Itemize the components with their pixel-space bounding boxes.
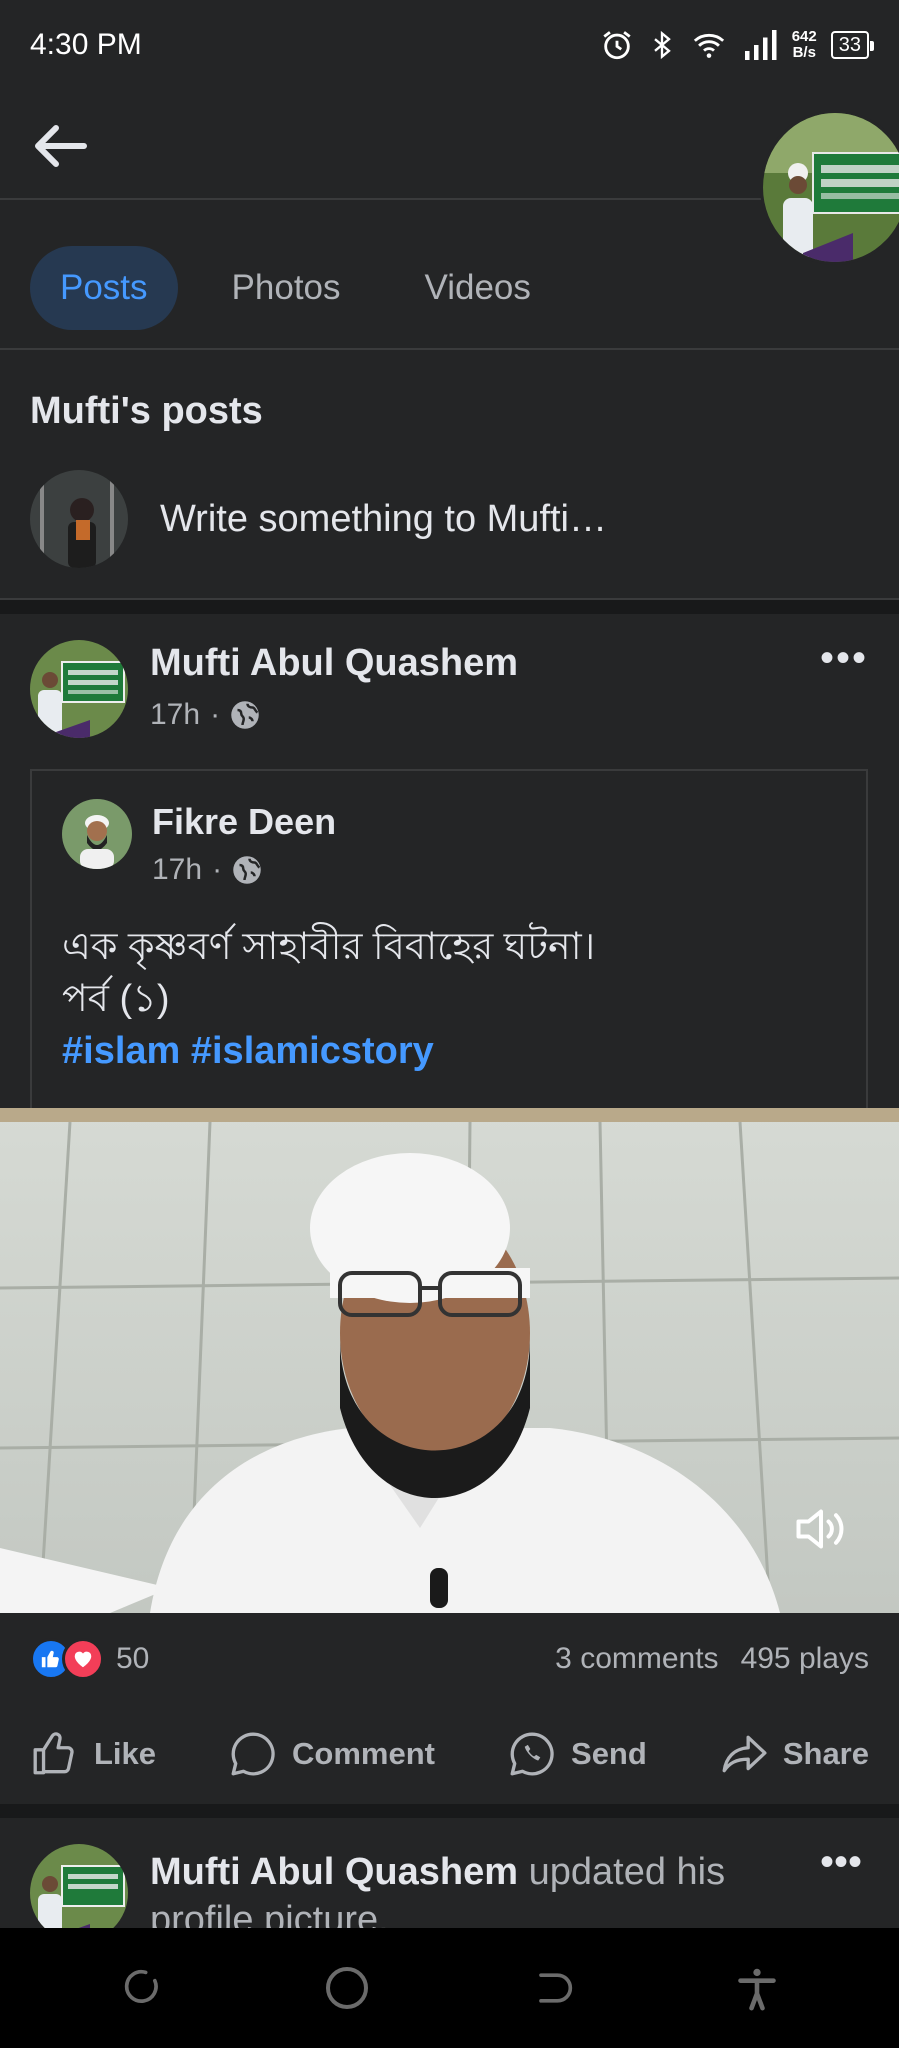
- home-button[interactable]: [317, 1958, 377, 2018]
- messenger-icon: [510, 1732, 554, 1776]
- speed-value: 642: [791, 28, 817, 45]
- meta-separator: ·: [210, 698, 221, 731]
- globe-icon: [233, 856, 261, 884]
- battery-indicator: 33: [830, 31, 875, 59]
- post-actions: Like Comment Send Share: [0, 1704, 899, 1804]
- tab-posts[interactable]: Posts: [30, 246, 178, 330]
- composer-avatar: [30, 470, 128, 568]
- send-label: Send: [571, 1736, 647, 1771]
- signal-icon: [744, 30, 777, 60]
- home-icon: [326, 1967, 369, 2009]
- recents-button[interactable]: [112, 1958, 172, 2018]
- shared-author-photo: [62, 799, 132, 869]
- status-time: 4:30 PM: [30, 28, 142, 61]
- tab-photos[interactable]: Photos: [202, 246, 371, 330]
- section-divider: [0, 600, 899, 614]
- next-post-text: Mufti Abul Quashem updated his profile p…: [150, 1848, 790, 1928]
- post-author-avatar[interactable]: [30, 640, 128, 738]
- shared-post-meta: 17h ·: [152, 853, 262, 887]
- post-more-button[interactable]: •••: [820, 636, 868, 681]
- globe-icon: [231, 701, 259, 729]
- like-label: Like: [94, 1736, 157, 1771]
- like-icon: [33, 1732, 74, 1775]
- post-author-name[interactable]: Mufti Abul Quashem: [150, 642, 518, 685]
- next-post-more-button[interactable]: •••: [820, 1840, 862, 1885]
- post-meta: 17h ·: [150, 698, 260, 732]
- status-bar: 4:30 PM 642 B/s 33: [0, 0, 899, 90]
- stats-right: 3 comments 495 plays: [555, 1642, 869, 1676]
- profile-tabs: Posts Photos Videos: [0, 228, 899, 350]
- profile-photo-image: [763, 113, 899, 262]
- accessibility-button[interactable]: [727, 1958, 787, 2018]
- speed-unit: B/s: [792, 44, 816, 61]
- comment-button[interactable]: Comment: [228, 1729, 435, 1779]
- shared-author-avatar[interactable]: [62, 799, 132, 869]
- system-navigation-bar: [0, 1928, 899, 2048]
- wifi-icon: [693, 33, 724, 58]
- shared-author-name[interactable]: Fikre Deen: [152, 801, 336, 843]
- section-divider: [0, 1804, 899, 1818]
- author-photo-image: [30, 1844, 128, 1928]
- shared-post-text: এক কৃষ্ণবর্ণ সাহাবীর বিবাহের ঘটনা। পর্ব …: [62, 921, 595, 1077]
- volume-button[interactable]: [791, 1499, 851, 1559]
- network-speed: 642 B/s: [792, 29, 817, 61]
- comment-label: Comment: [292, 1736, 435, 1771]
- next-post-author[interactable]: Mufti Abul Quashem: [150, 1851, 518, 1893]
- post-stats: 50 3 comments 495 plays: [0, 1614, 899, 1704]
- post-text-line-2: পর্ব (১): [62, 978, 170, 1020]
- accessibility-icon: [737, 1968, 776, 2011]
- author-photo-image: [30, 640, 128, 738]
- send-button[interactable]: Send: [507, 1729, 647, 1779]
- volume-icon: [796, 1509, 844, 1549]
- share-button[interactable]: Share: [719, 1729, 869, 1779]
- bluetooth-icon: [653, 30, 671, 60]
- profile-picture[interactable]: [760, 110, 899, 265]
- share-icon: [722, 1735, 767, 1773]
- user-photo-image: [30, 470, 128, 568]
- back-arrow-icon: [35, 125, 87, 167]
- post-composer[interactable]: Write something to Mufti…: [0, 460, 899, 600]
- battery-level: 33: [838, 33, 861, 56]
- meta-separator: ·: [212, 853, 223, 886]
- post-card: Mufti Abul Quashem 17h · ••• Fikre Deen …: [0, 614, 899, 1804]
- video-frame-image: [0, 1108, 899, 1613]
- shared-post-time: 17h: [152, 853, 203, 886]
- post-text-line-1: এক কৃষ্ণবর্ণ সাহাবীর বিবাহের ঘটনা।: [62, 926, 596, 968]
- post-time: 17h: [150, 698, 201, 731]
- reactions-summary[interactable]: 50: [30, 1638, 149, 1680]
- video-player[interactable]: [0, 1108, 899, 1613]
- status-icons: 642 B/s 33: [600, 28, 875, 62]
- alarm-icon: [603, 31, 631, 60]
- recents-icon: [125, 1969, 159, 2003]
- like-button[interactable]: Like: [30, 1729, 156, 1779]
- shared-post[interactable]: Fikre Deen 17h · এক কৃষ্ণবর্ণ সাহাবীর বি…: [30, 769, 868, 1109]
- back-nav-icon: [539, 1973, 573, 2003]
- next-post-card: Mufti Abul Quashem updated his profile p…: [0, 1818, 899, 1928]
- play-count: 495 plays: [740, 1642, 869, 1675]
- comment-count[interactable]: 3 comments: [555, 1642, 718, 1676]
- share-label: Share: [782, 1736, 869, 1771]
- comment-icon: [231, 1732, 275, 1776]
- next-post-avatar[interactable]: [30, 1844, 128, 1928]
- back-button[interactable]: [28, 118, 92, 174]
- tab-videos[interactable]: Videos: [395, 246, 561, 330]
- post-hashtags[interactable]: #islam #islamicstory: [62, 1025, 595, 1077]
- composer-input[interactable]: Write something to Mufti…: [160, 498, 607, 541]
- back-nav-button[interactable]: [522, 1958, 582, 2018]
- love-reaction-icon: [62, 1638, 104, 1680]
- section-title: Mufti's posts: [30, 390, 263, 432]
- reaction-count: 50: [116, 1642, 150, 1675]
